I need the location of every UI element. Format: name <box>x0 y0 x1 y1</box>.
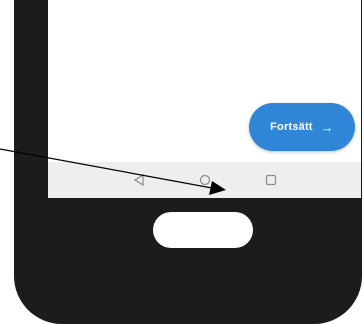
phone-screen: Fortsätt → <box>48 0 361 198</box>
nav-recents-button[interactable] <box>238 162 304 198</box>
continue-button-label: Fortsätt <box>270 121 313 133</box>
nav-back-button[interactable] <box>106 162 172 198</box>
physical-home-button[interactable] <box>153 212 253 248</box>
back-icon <box>133 174 144 186</box>
arrow-right-icon: → <box>320 119 334 135</box>
android-navigation-bar <box>48 162 361 198</box>
nav-home-button[interactable] <box>172 162 238 198</box>
home-icon <box>199 174 210 186</box>
phone-frame: Fortsätt → <box>14 0 362 324</box>
recents-icon <box>265 174 276 186</box>
search-illustration <box>48 0 361 10</box>
continue-button[interactable]: Fortsätt → <box>249 103 355 151</box>
